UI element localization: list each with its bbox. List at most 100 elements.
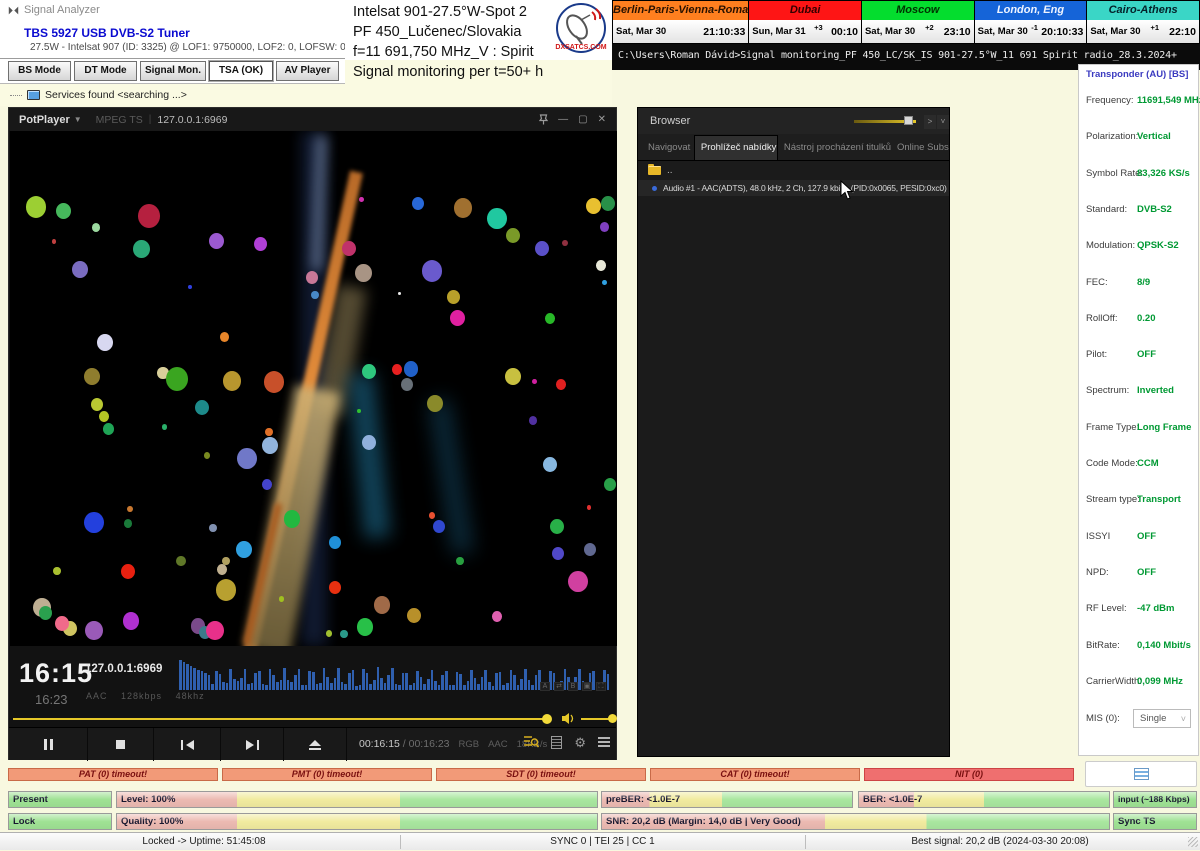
viz-bar bbox=[283, 668, 286, 690]
viz-bar bbox=[323, 668, 326, 690]
tab-n-stroj-proch-zen-titulk-[interactable]: Nástroj procházení titulků bbox=[778, 136, 891, 160]
viz-bar bbox=[301, 685, 304, 690]
volume-thumb[interactable] bbox=[608, 714, 617, 723]
clock-body: Sat, Mar 3021:10:33 bbox=[613, 20, 748, 43]
viz-bar bbox=[520, 679, 523, 690]
info-panel-icon[interactable] bbox=[551, 736, 562, 749]
ab-icon[interactable]: B bbox=[568, 682, 578, 691]
confetti-dot bbox=[188, 285, 192, 289]
menu-icon[interactable] bbox=[598, 737, 610, 747]
chevron-down-icon[interactable]: ▼ bbox=[74, 115, 82, 124]
potplayer-titlebar[interactable]: PotPlayer ▼ MPEG TS | 127.0.0.1:6969 — ▢… bbox=[9, 108, 616, 131]
playlist-search-icon[interactable] bbox=[523, 735, 539, 749]
video-frame[interactable] bbox=[10, 131, 617, 646]
param-label: NPD: bbox=[1086, 567, 1109, 578]
viz-bar bbox=[413, 683, 416, 690]
tab-scroll-button[interactable]: > bbox=[924, 115, 936, 129]
seek-bar[interactable] bbox=[13, 718, 550, 720]
present-indicator: Present bbox=[8, 791, 112, 808]
viz-bar bbox=[499, 672, 502, 690]
player-info-area: 16:15 16:23 127.0.0.1:6969 AAC 128kbps 4… bbox=[9, 646, 616, 716]
viz-bar bbox=[459, 674, 462, 690]
speaker-icon[interactable] bbox=[561, 712, 575, 725]
maximize-button[interactable]: ▢ bbox=[578, 114, 587, 125]
viz-bar bbox=[502, 685, 505, 690]
viz-bar bbox=[531, 685, 534, 690]
confetti-dot bbox=[556, 379, 566, 390]
stop-button[interactable] bbox=[88, 728, 154, 761]
viz-bar bbox=[276, 682, 279, 690]
viz-bar bbox=[524, 669, 527, 690]
minimize-button[interactable]: — bbox=[558, 114, 568, 125]
param-label: ISSYI bbox=[1086, 531, 1110, 542]
mis-value: Single bbox=[1140, 713, 1166, 724]
viz-bar bbox=[362, 669, 365, 690]
viz-bar bbox=[366, 673, 369, 690]
mode-button-av-player[interactable]: AV Player bbox=[276, 61, 339, 81]
mis-dropdown[interactable]: Single ˅ bbox=[1133, 709, 1191, 728]
viz-bar bbox=[305, 685, 308, 690]
uptime-status: Locked -> Uptime: 51:45:08 bbox=[8, 833, 400, 851]
param-value: OFF bbox=[1137, 531, 1156, 542]
window-title: Signal Analyzer bbox=[8, 4, 100, 16]
mode-button-bs-mode[interactable]: BS Mode bbox=[8, 61, 71, 81]
browser-titlebar[interactable]: Browser ✕ bbox=[638, 108, 949, 134]
param-label: Modulation: bbox=[1086, 240, 1135, 251]
pin-icon[interactable] bbox=[539, 114, 548, 125]
gear-icon[interactable]: ⚙ bbox=[574, 736, 586, 749]
tab-prohl-e-nab-dky[interactable]: Prohlížeč nabídky bbox=[694, 135, 778, 160]
confetti-dot bbox=[84, 368, 100, 385]
confetti-dot bbox=[505, 368, 521, 385]
confetti-dot bbox=[404, 361, 418, 376]
param-label: Spectrum: bbox=[1086, 385, 1129, 396]
tab-list-button[interactable]: ˅ bbox=[937, 115, 949, 129]
confetti-dot bbox=[216, 579, 236, 601]
tab-navigovat[interactable]: Navigovat bbox=[642, 136, 694, 160]
confetti-dot bbox=[355, 264, 372, 282]
confetti-dot bbox=[264, 371, 284, 393]
confetti-dot bbox=[166, 367, 188, 391]
confetti-dot bbox=[204, 452, 210, 458]
confetti-dot bbox=[262, 479, 272, 490]
mode-button-dt-mode[interactable]: DT Mode bbox=[74, 61, 137, 81]
audio-stream-row[interactable]: Audio #1 - AAC(ADTS), 48.0 kHz, 2 Ch, 12… bbox=[638, 180, 949, 196]
viz-bar bbox=[463, 685, 466, 690]
pause-button[interactable] bbox=[9, 728, 88, 761]
close-button[interactable]: ✕ bbox=[598, 114, 606, 125]
confetti-dot bbox=[422, 260, 442, 282]
seek-thumb[interactable] bbox=[542, 714, 552, 724]
confetti-dot bbox=[237, 448, 257, 470]
viz-bar bbox=[233, 679, 236, 690]
services-status-row: Services found <searching ...> bbox=[0, 84, 345, 106]
eject-button[interactable] bbox=[284, 728, 347, 761]
parent-folder-row[interactable]: .. bbox=[638, 161, 949, 180]
viz-bar bbox=[484, 670, 487, 690]
param-value: -47 dBm bbox=[1137, 603, 1174, 614]
transponder-list-button[interactable] bbox=[1085, 761, 1197, 787]
ab-icon[interactable]: ⇄ bbox=[554, 682, 564, 691]
opacity-slider-thumb[interactable] bbox=[904, 116, 913, 125]
browser-window: Browser ✕ NavigovatProhlížeč nabídkyNást… bbox=[637, 107, 950, 757]
mode-button-signal-mon-[interactable]: Signal Mon. bbox=[140, 61, 206, 81]
param-value: 11691,549 MHz bbox=[1137, 95, 1200, 106]
sync-ts-indicator: Sync TS bbox=[1113, 813, 1197, 830]
resize-grip[interactable] bbox=[1188, 837, 1198, 847]
ber-meter: BER: <1.0E-7 bbox=[858, 791, 1110, 808]
viz-bar bbox=[384, 683, 387, 690]
previous-button[interactable] bbox=[154, 728, 221, 761]
ab-icon[interactable]: A bbox=[540, 682, 550, 691]
ab-icon[interactable]: ▣ bbox=[582, 682, 592, 691]
confetti-dot bbox=[206, 621, 224, 640]
param-value: 0,099 MHz bbox=[1137, 676, 1183, 687]
browser-title-text: Browser bbox=[650, 115, 690, 127]
monitoring-note-2: Signal monitoring per t=50+ h bbox=[345, 60, 612, 106]
confetti-dot bbox=[529, 416, 537, 425]
next-button[interactable] bbox=[221, 728, 284, 761]
ab-icon[interactable]: ⛶ bbox=[596, 682, 606, 691]
mode-button-tsa-ok-[interactable]: TSA (OK) bbox=[209, 61, 273, 81]
confetti-dot bbox=[85, 621, 103, 640]
tab-online-subs-datab[interactable]: Online Subs Datab bbox=[891, 136, 949, 160]
potplayer-app-name: PotPlayer bbox=[19, 114, 70, 126]
confetti-dot bbox=[311, 291, 319, 300]
confetti-dot bbox=[220, 332, 229, 342]
